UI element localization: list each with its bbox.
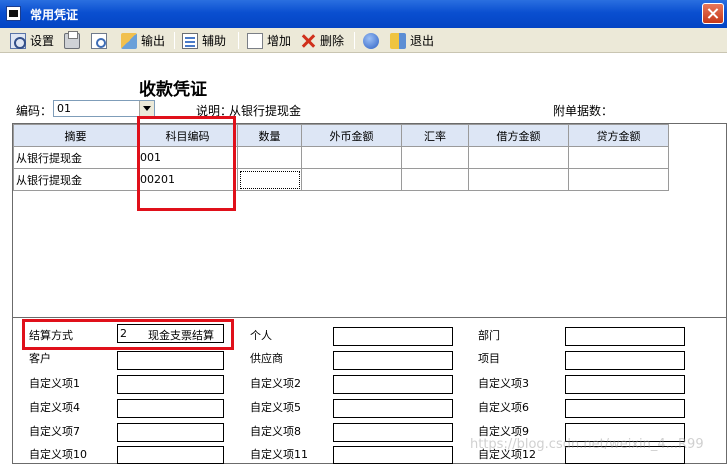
cell-credit[interactable] [568, 168, 669, 191]
help-icon [363, 32, 379, 49]
toolbar-separator [174, 32, 175, 49]
cell-summary[interactable]: 从银行提现金 [13, 146, 138, 169]
custom-item-1-field[interactable] [117, 375, 224, 394]
person-label: 个人 [250, 329, 272, 342]
settlement-method-label: 结算方式 [29, 329, 73, 342]
custom-item-8-field[interactable] [333, 423, 453, 442]
description-label: 说明： [196, 104, 233, 118]
cell-foreign-amount[interactable] [301, 168, 402, 191]
add-button[interactable]: 增加 [247, 32, 291, 49]
department-field[interactable] [565, 327, 685, 346]
app-icon [6, 6, 21, 21]
cell-exchange-rate[interactable] [401, 146, 469, 169]
delete-button[interactable]: 删除 [300, 32, 344, 49]
department-label: 部门 [478, 329, 500, 342]
custom-item-6-label: 自定义项6 [478, 401, 529, 414]
settlement-code: 2 [120, 327, 127, 340]
supplier-label: 供应商 [250, 352, 283, 365]
description-value: 从银行提现金 [229, 104, 302, 118]
print-button[interactable] [64, 30, 84, 49]
customer-field[interactable] [117, 351, 224, 370]
cell-summary[interactable]: 从银行提现金 [13, 168, 138, 191]
cell-foreign-amount[interactable] [301, 146, 402, 169]
custom-item-6-field[interactable] [565, 399, 685, 418]
title-bar: 常用凭证 [0, 0, 727, 28]
help-button[interactable] [363, 32, 383, 49]
preview-button[interactable] [91, 32, 111, 49]
assist-button[interactable]: 辅助 [182, 32, 226, 49]
cell-account-code[interactable]: 001 [137, 146, 238, 169]
custom-item-4-field[interactable] [117, 399, 224, 418]
custom-item-1-label: 自定义项1 [29, 377, 80, 390]
settings-button[interactable]: 设置 [10, 32, 54, 49]
watermark: https://blog.csdn.net/weixin_4...R99 [470, 437, 704, 452]
column-header-exchange-rate[interactable]: 汇率 [401, 124, 469, 147]
custom-item-2-label: 自定义项2 [250, 377, 301, 390]
voucher-title: 收款凭证 [139, 80, 207, 100]
code-label: 编码： [16, 104, 53, 118]
delete-x-icon [300, 33, 316, 49]
cell-quantity[interactable] [237, 168, 302, 191]
custom-item-3-label: 自定义项3 [478, 377, 529, 390]
toolbar-separator [354, 32, 355, 49]
toolbar: 设置 输出 辅助 增加 删除 退出 [0, 28, 727, 53]
custom-item-11-label: 自定义项11 [250, 448, 308, 461]
custom-item-8-label: 自定义项8 [250, 425, 301, 438]
new-document-icon [247, 32, 263, 49]
custom-item-5-field[interactable] [333, 399, 453, 418]
settings-icon [10, 32, 26, 49]
cell-credit[interactable] [568, 146, 669, 169]
project-field[interactable] [565, 351, 685, 370]
printer-icon [64, 30, 80, 49]
customer-label: 客户 [29, 352, 51, 365]
exit-icon [390, 32, 406, 49]
exit-button[interactable]: 退出 [390, 32, 434, 49]
custom-item-7-field[interactable] [117, 423, 224, 442]
table-row: 从银行提现金 001 [13, 146, 669, 169]
column-header-credit[interactable]: 贷方金额 [568, 124, 669, 147]
custom-item-3-field[interactable] [565, 375, 685, 394]
close-button[interactable] [702, 3, 724, 24]
project-label: 项目 [478, 352, 500, 365]
person-field[interactable] [333, 327, 453, 346]
attachments-label: 附单据数： [553, 104, 614, 118]
cell-debit[interactable] [468, 168, 569, 191]
cell-account-code[interactable]: 00201 [137, 168, 238, 191]
custom-item-11-field[interactable] [333, 446, 453, 464]
custom-item-10-label: 自定义项10 [29, 448, 87, 461]
assist-icon [182, 32, 198, 49]
export-icon [121, 32, 137, 49]
column-header-quantity[interactable]: 数量 [237, 124, 302, 147]
column-header-foreign-amount[interactable]: 外币金额 [301, 124, 402, 147]
window-title: 常用凭证 [30, 8, 79, 22]
supplier-field[interactable] [333, 351, 453, 370]
chevron-down-icon[interactable] [139, 101, 154, 116]
cell-quantity[interactable] [237, 146, 302, 169]
entry-table: 摘要 科目编码 数量 外币金额 汇率 借方金额 贷方金额 从银行提现金 001 … [13, 124, 669, 191]
cell-debit[interactable] [468, 146, 569, 169]
column-header-summary[interactable]: 摘要 [13, 124, 138, 147]
code-combobox[interactable]: 01 [53, 100, 155, 117]
column-header-account-code[interactable]: 科目编码 [137, 124, 238, 147]
settlement-method-field[interactable]: 2 现金支票结算 [117, 324, 224, 343]
print-preview-icon [91, 32, 107, 49]
column-header-debit[interactable]: 借方金额 [468, 124, 569, 147]
table-row: 从银行提现金 00201 [13, 168, 669, 191]
toolbar-separator [238, 32, 239, 49]
custom-item-2-field[interactable] [333, 375, 453, 394]
cell-exchange-rate[interactable] [401, 168, 469, 191]
voucher-entry-grid: 摘要 科目编码 数量 外币金额 汇率 借方金额 贷方金额 从银行提现金 001 … [12, 123, 727, 318]
custom-item-4-label: 自定义项4 [29, 401, 80, 414]
custom-item-7-label: 自定义项7 [29, 425, 80, 438]
export-button[interactable]: 输出 [121, 32, 165, 49]
settlement-name: 现金支票结算 [148, 329, 214, 342]
custom-item-5-label: 自定义项5 [250, 401, 301, 414]
custom-item-10-field[interactable] [117, 446, 224, 464]
code-value: 01 [57, 102, 71, 115]
